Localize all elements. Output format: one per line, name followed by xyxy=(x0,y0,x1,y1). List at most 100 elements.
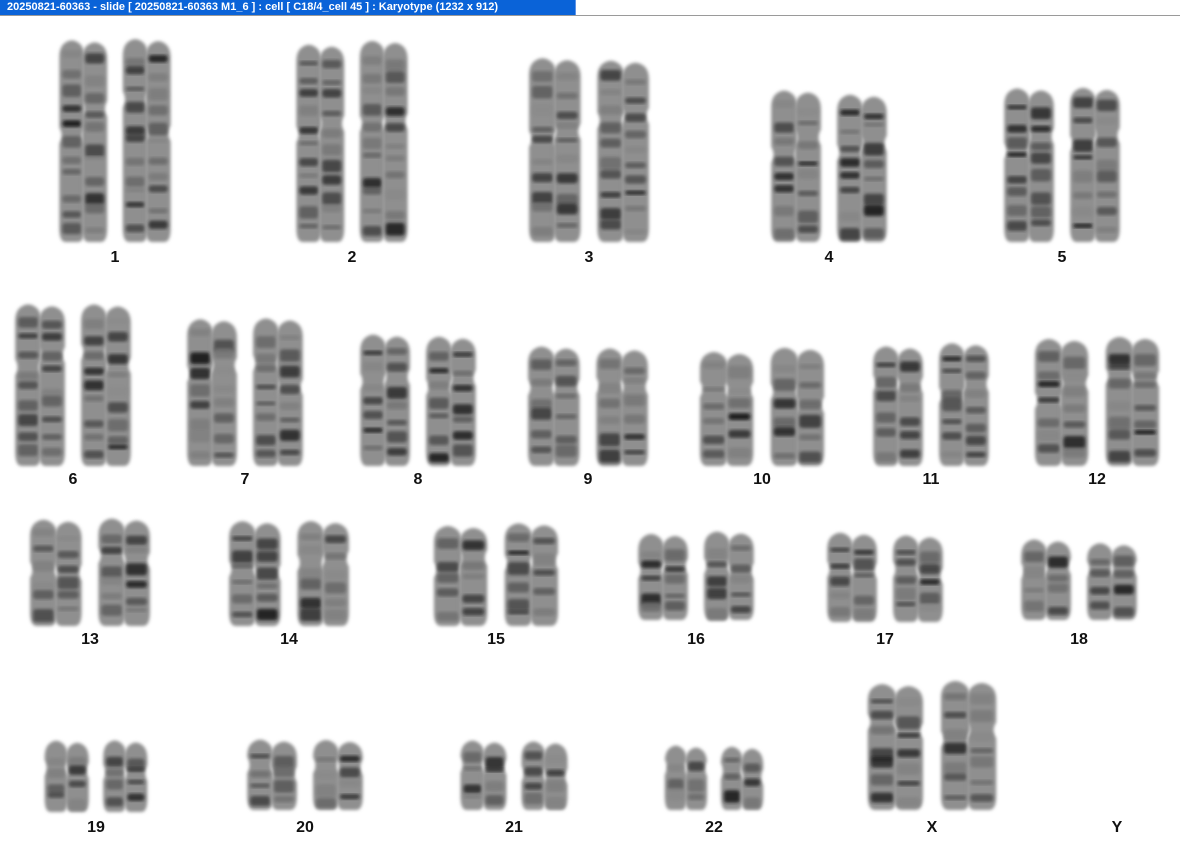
chromosome-5-a[interactable] xyxy=(1004,88,1054,242)
chromosome-pair-21[interactable] xyxy=(460,740,568,810)
chromosome-9-b[interactable] xyxy=(596,348,648,466)
chromosome-pair-5[interactable] xyxy=(1004,87,1120,243)
chromosome-14-b[interactable] xyxy=(297,521,349,626)
chromosome-15-a[interactable] xyxy=(433,525,488,626)
chromosome-band xyxy=(1007,152,1028,157)
chromosome-1-b[interactable] xyxy=(122,39,171,242)
chromosome-19-b[interactable] xyxy=(103,740,148,812)
chromosome-13-b[interactable] xyxy=(98,518,150,626)
chromosome-pair-6[interactable] xyxy=(15,304,131,466)
chromosome-band xyxy=(896,576,917,585)
chromosome-4-a[interactable] xyxy=(771,90,821,242)
chromosome-20-a[interactable] xyxy=(247,739,297,810)
chromosome-band xyxy=(897,716,920,729)
window-title-tab[interactable]: 20250821-60363 - slide [ 20250821-60363 … xyxy=(0,0,576,15)
chromosome-3-a[interactable] xyxy=(529,58,581,242)
chromosome-band xyxy=(316,797,337,809)
chromosome-11-b[interactable] xyxy=(939,343,989,466)
chromosome-band xyxy=(213,385,234,393)
chromosome-21-b[interactable] xyxy=(521,741,568,810)
chromosome-band xyxy=(965,389,986,398)
chromosome-5-b[interactable] xyxy=(1070,87,1120,243)
chromosome-6-b[interactable] xyxy=(81,304,131,466)
chromosome-pair-11[interactable] xyxy=(873,343,989,466)
chromosome-pair-10[interactable] xyxy=(699,347,825,466)
chromosome-1-a[interactable] xyxy=(59,40,108,243)
chromosome-19-a[interactable] xyxy=(44,740,89,812)
chromosome-16-a[interactable] xyxy=(638,533,688,620)
chromosome-9-a[interactable] xyxy=(528,346,580,466)
chromosome-band xyxy=(84,380,105,391)
chromosome-10-a[interactable] xyxy=(699,351,754,466)
chromosome-pair-12[interactable] xyxy=(1034,337,1160,466)
chromosome-pair-16[interactable] xyxy=(638,531,754,621)
chromosome-band xyxy=(773,398,796,409)
chromosome-16-b[interactable] xyxy=(704,531,754,621)
chromosome-pair-20[interactable] xyxy=(247,739,363,810)
chromosome-17-b[interactable] xyxy=(893,535,943,622)
chromosome-3-b[interactable] xyxy=(597,60,649,243)
chromosome-pair-1[interactable] xyxy=(59,39,171,243)
chromosome-band xyxy=(899,383,920,393)
chromosome-21-a[interactable] xyxy=(460,740,507,810)
chromosome-7-a[interactable] xyxy=(187,319,237,466)
chromosome-band xyxy=(126,607,147,612)
chromosome-band xyxy=(863,176,884,182)
chromosome-band xyxy=(47,768,65,778)
chromosome-band xyxy=(33,545,54,552)
chromosome-x-b[interactable] xyxy=(941,680,997,810)
chromosome-band xyxy=(363,362,384,372)
chromosome-14-a[interactable] xyxy=(229,521,281,626)
chromosome-pair-8[interactable] xyxy=(360,334,476,466)
chromosome-12-a[interactable] xyxy=(1034,338,1089,466)
chromosome-band xyxy=(363,384,384,392)
chromosome-6-a[interactable] xyxy=(15,304,65,466)
chromosome-band xyxy=(1063,386,1086,397)
chromosome-18-b[interactable] xyxy=(1087,543,1137,620)
chromosome-22-b[interactable] xyxy=(720,746,764,810)
chromosome-4-b[interactable] xyxy=(837,94,887,243)
chromosome-pair-14[interactable] xyxy=(229,521,349,626)
chromosome-band xyxy=(1108,429,1131,440)
chromosome-band xyxy=(799,414,822,428)
chromosome-8-b[interactable] xyxy=(426,336,476,466)
chromosome-10-b[interactable] xyxy=(770,347,825,466)
chromosome-band xyxy=(18,317,39,328)
chromosome-pair-17[interactable] xyxy=(827,532,943,622)
chromosome-pair-4[interactable] xyxy=(771,90,887,243)
chromosome-band xyxy=(728,388,751,394)
chromosome-17-a[interactable] xyxy=(827,532,877,622)
chromosome-pair-22[interactable] xyxy=(664,745,764,810)
chromosome-pair-3[interactable] xyxy=(529,58,649,243)
chromosome-pair-18[interactable] xyxy=(1021,539,1137,620)
chromosome-pair-x[interactable] xyxy=(867,680,997,810)
chromosome-18-a[interactable] xyxy=(1021,539,1071,620)
chromosome-2-b[interactable] xyxy=(359,40,408,243)
chromosome-20-b[interactable] xyxy=(313,739,363,810)
chromosome-band xyxy=(84,420,105,428)
chromosome-pair-2[interactable] xyxy=(296,40,408,243)
chromosome-band xyxy=(279,417,300,423)
chromosome-13-a[interactable] xyxy=(30,519,82,626)
chromosome-22-a[interactable] xyxy=(664,745,708,810)
chromosome-pair-13[interactable] xyxy=(30,518,150,626)
chromosome-band xyxy=(300,608,322,622)
chromosome-band xyxy=(232,594,253,604)
chromosome-8-a[interactable] xyxy=(360,334,410,466)
chromosome-pair-15[interactable] xyxy=(433,523,559,626)
chromosome-band xyxy=(213,433,234,444)
chromosome-pair-19[interactable] xyxy=(44,740,148,812)
chromosome-x-a[interactable] xyxy=(867,684,923,810)
chromosome-band xyxy=(299,173,319,178)
chromosome-15-b[interactable] xyxy=(504,523,559,626)
chromosome-pair-7[interactable] xyxy=(187,318,303,466)
chromosome-11-a[interactable] xyxy=(873,346,923,466)
chromatid-body xyxy=(771,90,798,242)
chromosome-band xyxy=(299,61,319,66)
chromosome-band xyxy=(944,795,967,800)
chromosome-7-b[interactable] xyxy=(253,318,303,466)
chromosome-2-a[interactable] xyxy=(296,44,345,242)
chromosome-band xyxy=(33,561,54,572)
chromosome-12-b[interactable] xyxy=(1105,337,1160,466)
chromosome-pair-9[interactable] xyxy=(528,346,648,466)
